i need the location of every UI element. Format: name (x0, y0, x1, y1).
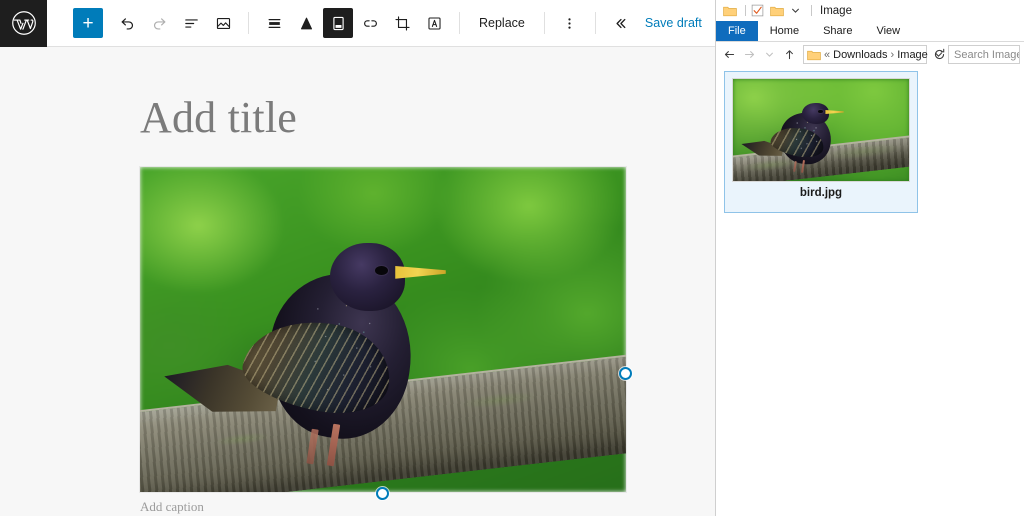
folder-icon[interactable] (722, 3, 737, 18)
explorer-window-title: Image (820, 4, 852, 17)
bird-eye (818, 110, 823, 113)
redo-arrow-icon[interactable] (144, 8, 174, 38)
explorer-file-list: bird.jpg (716, 67, 1024, 516)
explorer-ribbon-tabs: File Home Share View (716, 21, 1024, 42)
crop-icon[interactable] (387, 8, 417, 38)
breadcrumb-separator: › (890, 48, 895, 61)
wordpress-logo-icon[interactable] (0, 0, 47, 47)
screen: + Replace Save draft Add title Add capti… (0, 0, 1024, 516)
add-block-label: + (82, 12, 94, 34)
align-triangle-icon[interactable] (291, 8, 321, 38)
image-caption-input[interactable]: Add caption (140, 499, 204, 515)
link-icon[interactable] (355, 8, 385, 38)
add-block-button[interactable]: + (73, 8, 103, 38)
ribbon-tab-home[interactable]: Home (758, 21, 811, 41)
breadcrumb-image[interactable]: Image (897, 49, 928, 61)
toolbar-divider (543, 12, 545, 34)
file-explorer-window: Image File Home Share View « Downloads ›… (715, 0, 1024, 516)
post-title-input[interactable]: Add title (140, 92, 297, 143)
bird-head (801, 102, 830, 125)
list-view-icon[interactable] (176, 8, 206, 38)
search-placeholder: Search Image (954, 48, 1020, 61)
back-arrow-icon[interactable] (720, 45, 739, 64)
thumbnail-bird (756, 101, 848, 173)
chevron-down-icon[interactable] (788, 3, 803, 18)
breadcrumb-downloads[interactable]: Downloads (833, 49, 887, 61)
resize-handle-bottom[interactable] (376, 487, 389, 500)
file-item-bird-jpg[interactable]: bird.jpg (724, 71, 918, 213)
titlebar-divider (745, 5, 746, 16)
properties-checkmark-icon[interactable] (750, 3, 765, 18)
file-thumbnail (732, 78, 910, 182)
ribbon-tab-view[interactable]: View (864, 21, 912, 41)
ribbon-tab-share[interactable]: Share (811, 21, 864, 41)
starling-bird (203, 239, 456, 467)
undo-arrow-icon[interactable] (112, 8, 142, 38)
file-name-label: bird.jpg (799, 187, 843, 199)
address-bar[interactable]: « Downloads › Image (803, 45, 942, 64)
double-chevron-left-icon[interactable] (606, 8, 636, 38)
bird-head (329, 242, 406, 312)
explorer-title-bar: Image (716, 0, 1024, 21)
toolbar-divider (248, 12, 249, 34)
image-details-icon[interactable] (208, 8, 238, 38)
save-draft-button[interactable]: Save draft (637, 8, 710, 38)
refresh-icon[interactable] (931, 45, 947, 64)
search-input[interactable]: Search Image (948, 45, 1020, 64)
more-options-vertical-dots-icon[interactable] (555, 8, 585, 38)
new-folder-icon[interactable] (769, 3, 784, 18)
ribbon-tab-file[interactable]: File (716, 21, 758, 41)
up-arrow-icon[interactable] (780, 45, 799, 64)
replace-button[interactable]: Replace (469, 8, 535, 38)
resize-handle-right[interactable] (619, 367, 632, 380)
text-over-image-icon[interactable] (419, 8, 449, 38)
toolbar-divider (594, 12, 596, 34)
recent-locations-chevron-icon[interactable] (760, 45, 779, 64)
folder-icon (807, 49, 821, 61)
image-preview[interactable] (139, 166, 627, 493)
toolbar-divider (459, 12, 460, 34)
image-block[interactable]: Add caption (139, 166, 632, 514)
explorer-navigation-bar: « Downloads › Image Search Image (716, 42, 1024, 67)
add-caption-icon[interactable] (323, 8, 353, 38)
bird-leg-back (306, 428, 319, 465)
align-lines-icon[interactable] (259, 8, 289, 38)
titlebar-divider (811, 5, 812, 16)
breadcrumb-overflow[interactable]: « (824, 49, 830, 61)
forward-arrow-icon[interactable] (740, 45, 759, 64)
